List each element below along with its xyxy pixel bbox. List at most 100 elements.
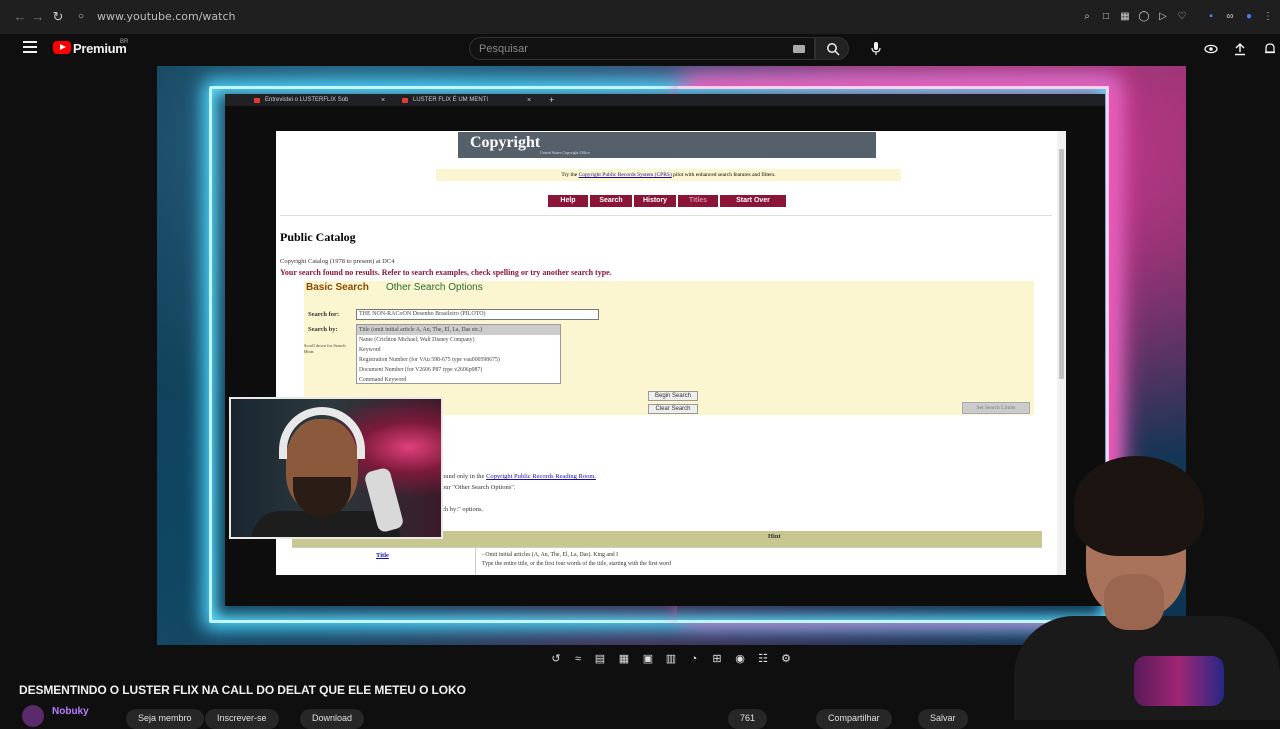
nav-history: History [634, 195, 676, 207]
save-button[interactable]: Salvar [918, 709, 968, 729]
tab-close-icon: × [527, 97, 532, 104]
youtube-masthead: Premium BR [0, 34, 1280, 64]
channel-name[interactable]: Nobuky [52, 706, 89, 717]
speed-icon[interactable]: ◔ [687, 652, 701, 666]
back-arrow-icon[interactable]: ← [12, 9, 28, 25]
upload-icon[interactable] [1233, 42, 1247, 56]
heart-icon[interactable]: ♡ [1176, 11, 1188, 23]
search-for-field: THE NON-RACoON Desenho Brasileiro (PILOT… [356, 309, 599, 320]
owner-row: Nobuky Seja membro Inscrever-se Download… [0, 703, 1280, 729]
search-by-label: Search by: [308, 326, 338, 333]
share-button[interactable]: Compartilhar [816, 709, 892, 729]
subscribe-button[interactable]: Inscrever-se [205, 709, 279, 729]
no-results-message: Your search found no results. Refer to s… [280, 268, 612, 277]
audio-icon[interactable]: ≈ [571, 652, 585, 666]
gear-icon[interactable]: ⚙ [779, 652, 793, 666]
extension-icon[interactable]: ▦ [1119, 11, 1131, 23]
basic-search-tab: Basic Search [306, 282, 369, 293]
camera-icon[interactable]: ◉ [733, 652, 747, 666]
scroll-hint: Scroll down for Search Hints [304, 343, 346, 354]
search-by-option: Registration Number (for VAu 598-675 typ… [359, 357, 500, 363]
avatar[interactable] [22, 705, 44, 727]
video-title: DESMENTINDO O LUSTER FLIX NA CALL DO DEL… [19, 683, 466, 697]
premium-logo-text[interactable]: Premium [73, 41, 127, 56]
search-by-option: Keyword [359, 347, 381, 353]
zoom-icon[interactable]: ⌕ [1081, 11, 1093, 23]
search-box [469, 37, 815, 60]
catalog-line: Copyright Catalog (1978 to present) at D… [280, 258, 395, 265]
cast-icon[interactable] [1204, 42, 1218, 56]
title-hint-line1: - Omit initial articles (A, An, The, El,… [482, 552, 619, 558]
column-divider [475, 548, 476, 575]
picture-icon[interactable]: ▣ [641, 652, 655, 666]
reading-room-note: ound only in the Copyright Public Record… [442, 473, 596, 480]
profile-icon[interactable]: ● [1243, 11, 1255, 23]
page-title: Public Catalog [280, 230, 356, 244]
search-input[interactable] [470, 38, 770, 59]
voice-search-button[interactable] [864, 37, 887, 60]
shield-icon[interactable]: ◯ [1138, 11, 1150, 23]
download-button[interactable]: Download [300, 709, 365, 729]
like-button[interactable]: 761 [728, 709, 768, 729]
search-by-option: Command Keyword [359, 377, 407, 383]
captured-tab-strip: Entrevistei o LUSTERFLIX Sob × LUSTER FL… [225, 94, 1105, 106]
menu-dots-icon[interactable]: ⋮ [1262, 11, 1274, 23]
reading-room-text: ound only in the [442, 473, 485, 480]
search-by-option: Document Number (for V2606 P87 type v260… [359, 367, 483, 373]
keyboard-icon[interactable] [793, 45, 805, 53]
tab-close-icon: × [381, 97, 386, 104]
bell-icon[interactable] [1263, 42, 1277, 56]
search-by-note: ch by:" options. [442, 506, 484, 513]
streamer-webcam [229, 397, 443, 539]
mic-icon [871, 42, 881, 55]
host-webcam [1004, 456, 1280, 720]
address-bar[interactable]: www.youtube.com/watch [97, 10, 236, 23]
divider [280, 215, 1052, 216]
hint-column-header: Hint [768, 533, 781, 540]
promo-notice: Try the Copyright Public Records System … [436, 169, 901, 181]
title-hint-line2: Type the entire title, or the first four… [482, 561, 671, 567]
keyboard-icon[interactable]: ☷ [756, 652, 770, 666]
lock-icon: ○ [77, 11, 85, 22]
play-icon[interactable]: ▷ [1157, 11, 1169, 23]
bookmark-icon[interactable]: □ [1100, 11, 1112, 23]
nav-titles: Titles [678, 195, 718, 207]
new-tab-icon: + [549, 95, 555, 105]
title-link: Title [376, 552, 389, 559]
promo-prefix: Try the [561, 172, 578, 178]
extension-blue-icon[interactable]: ▪ [1205, 11, 1217, 23]
youtube-logo-icon[interactable] [53, 41, 71, 54]
promo-suffix: pilot with enhanced search features and … [673, 172, 776, 178]
hamburger-icon[interactable] [23, 41, 37, 53]
filter-icon[interactable]: ▤ [593, 652, 607, 666]
other-options-note: our "Other Search Options". [442, 484, 516, 491]
search-for-label: Search for: [308, 311, 340, 318]
clear-search-button: Clear Search [648, 404, 698, 414]
search-button[interactable] [815, 37, 849, 60]
loop-icon[interactable]: ↺ [549, 652, 563, 666]
reload-icon[interactable]: ↻ [50, 9, 66, 25]
hints-table-row: Title - Omit initial articles (A, An, Th… [292, 547, 1042, 575]
join-button[interactable]: Seja membro [126, 709, 204, 729]
captured-tab-1: Entrevistei o LUSTERFLIX Sob [251, 95, 348, 106]
copyright-logo: Copyright [470, 134, 541, 151]
nav-start-over: Start Over [720, 195, 786, 207]
promo-link: Copyright Public Records System (CPRS) [578, 172, 672, 178]
other-search-tab: Other Search Options [386, 282, 483, 293]
copyright-banner: Copyright United States Copyright Office [458, 132, 876, 158]
forward-arrow-icon[interactable]: → [30, 9, 46, 25]
begin-search-button: Begin Search [648, 391, 698, 401]
set-search-limits-button: Set Search Limits [962, 402, 1030, 414]
search-by-select: Title (omit initial article A, An, The, … [356, 324, 561, 384]
nav-help: Help [548, 195, 588, 207]
browser-toolbar: ← → ↻ ○ www.youtube.com/watch ⌕ □ ▦ ◯ ▷ … [0, 0, 1280, 34]
window-icon[interactable]: ▥ [664, 652, 678, 666]
reading-room-link: Copyright Public Records Reading Room. [486, 473, 597, 480]
calendar-icon[interactable]: ▦ [617, 652, 631, 666]
infinity-icon[interactable]: ∞ [1224, 11, 1236, 23]
screenshot-icon[interactable]: ⊞ [710, 652, 724, 666]
region-code: BR [120, 39, 129, 45]
captured-tab-2: LUSTER FLIX É UM MENTI [399, 95, 488, 106]
nav-search: Search [590, 195, 632, 207]
search-icon [827, 43, 840, 56]
